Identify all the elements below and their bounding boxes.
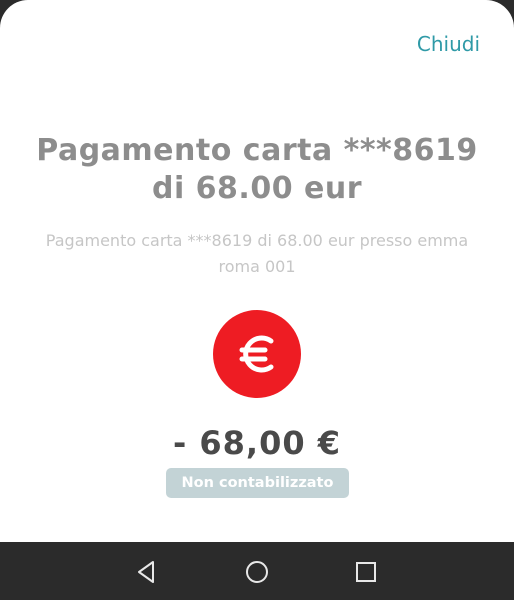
home-icon[interactable] [244, 559, 270, 585]
transaction-description: Pagamento carta ***8619 di 68.00 eur pre… [45, 231, 469, 276]
transaction-title: Pagamento carta ***8619 di 68.00 eur [36, 133, 478, 206]
transaction-amount: - 68,00 € [172, 424, 342, 462]
android-nav-bar [0, 542, 514, 600]
close-button[interactable]: Chiudi [417, 32, 480, 56]
transaction-sheet: Chiudi Pagamento carta ***8619 di 68.00 … [0, 0, 514, 542]
recent-apps-icon[interactable] [353, 559, 379, 585]
status-badge: Non contabilizzato [166, 468, 349, 498]
euro-icon [213, 310, 301, 398]
back-icon[interactable] [134, 559, 160, 585]
